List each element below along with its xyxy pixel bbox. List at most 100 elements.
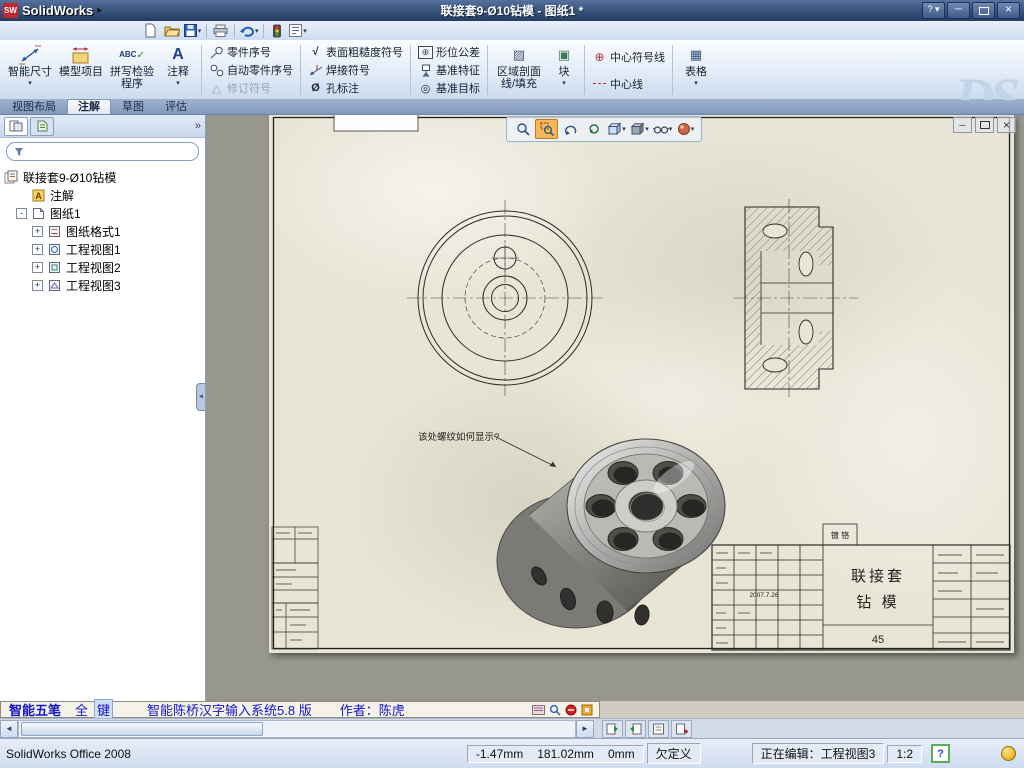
tree-item-sheet1[interactable]: 图纸1 [0, 204, 205, 222]
appearance-button[interactable] [675, 120, 696, 138]
dropdown-icon[interactable] [669, 125, 673, 133]
horizontal-scrollbar[interactable] [18, 719, 576, 738]
first-sheet-button[interactable] [602, 719, 623, 738]
notification-icon[interactable] [1001, 746, 1016, 761]
ime-full-half-toggle[interactable]: 全 [75, 700, 88, 719]
tree-item-view1[interactable]: 工程视图1 [0, 240, 205, 258]
previous-sheet-button[interactable] [625, 719, 646, 738]
save-dropdown-icon[interactable] [198, 27, 202, 35]
datum-feature-button[interactable]: 基准特征 [416, 62, 482, 79]
spell-checker-button[interactable]: ABC 拼写检验程序 [106, 42, 158, 98]
expand-icon[interactable] [32, 243, 43, 255]
balloon-icon [209, 45, 224, 59]
propertymanager-tab[interactable] [30, 116, 54, 136]
tree-item-annotations[interactable]: A 注解 [0, 186, 205, 204]
doc-restore-button[interactable] [975, 117, 994, 133]
weld-symbol-button[interactable]: 焊接符号 [306, 62, 405, 79]
minimize-button[interactable] [947, 2, 970, 19]
options-dropdown-icon[interactable] [303, 27, 307, 35]
graphics-area[interactable]: 该处螺纹如何显示? 镀 铬 联接套 钻 模 45 2007.7.26 ▾ ▾ ▾… [206, 115, 1024, 701]
zoom-fit-button[interactable] [512, 120, 533, 138]
panel-collapse-handle[interactable] [196, 383, 205, 411]
dropdown-icon[interactable] [622, 125, 626, 133]
tab-sketch[interactable]: 草图 [112, 100, 154, 114]
quick-tips-icon[interactable]: ? [931, 744, 950, 763]
front-view[interactable] [407, 200, 603, 396]
block-dropdown-icon[interactable] [562, 78, 566, 90]
tree-filter-box[interactable] [6, 142, 199, 161]
undo-dropdown-icon[interactable] [255, 27, 259, 35]
section-view[interactable] [734, 199, 858, 397]
tab-evaluate[interactable]: 评估 [155, 100, 197, 114]
center-mark-button[interactable]: 中心符号线 [590, 48, 667, 65]
display-style-button[interactable] [629, 120, 650, 138]
view-orientation-button[interactable] [606, 120, 627, 138]
sheet-tab-icon[interactable] [648, 719, 669, 738]
ime-name[interactable]: 智能五笔 [9, 700, 61, 719]
rotate-view-button[interactable] [583, 120, 604, 138]
title-block: 镀 铬 联接套 钻 模 45 2007.7.26 [711, 523, 1011, 651]
scroll-left-button[interactable] [0, 719, 18, 738]
help-button[interactable] [922, 2, 945, 19]
collapse-expander-icon[interactable] [16, 207, 27, 219]
auto-balloon-button[interactable]: 自动零件序号 [207, 62, 295, 79]
ime-search-icon[interactable] [548, 704, 561, 716]
dropdown-icon[interactable] [691, 125, 695, 133]
new-document-button[interactable] [140, 22, 161, 39]
tables-button[interactable]: 表格 [676, 42, 716, 98]
note-dropdown-icon[interactable] [176, 78, 180, 90]
expand-icon[interactable] [32, 225, 43, 237]
open-button[interactable] [161, 22, 182, 39]
doc-close-button[interactable] [997, 117, 1016, 133]
status-bar: SolidWorks Office 2008 -1.47mm 181.02mm … [0, 738, 1024, 768]
expand-icon[interactable] [32, 279, 43, 291]
block-button[interactable]: 块 [547, 42, 581, 98]
hole-callout-button[interactable]: 孔标注 [306, 80, 405, 97]
previous-view-button[interactable] [560, 120, 581, 138]
balloon-button[interactable]: 零件序号 [207, 44, 295, 61]
scroll-right-button[interactable] [576, 719, 594, 738]
ime-keyboard-toggle[interactable]: 键 [94, 699, 114, 720]
geometric-tolerance-button[interactable]: 形位公差 [416, 44, 482, 61]
centerline-button[interactable]: 中心线 [590, 75, 667, 92]
undo-button[interactable] [238, 22, 260, 39]
close-button[interactable] [997, 2, 1020, 19]
surface-finish-button[interactable]: 表面粗糙度符号 [306, 44, 405, 61]
filter-input[interactable] [28, 144, 191, 159]
featuremanager-tree-tab[interactable] [4, 116, 28, 136]
tree-item-view2[interactable]: 工程视图2 [0, 258, 205, 276]
ime-logo-icon[interactable] [564, 704, 577, 716]
tree-item-view3[interactable]: 工程视图3 [0, 276, 205, 294]
datum-target-button[interactable]: 基准目标 [416, 80, 482, 97]
model-items-button[interactable]: 模型项目 [56, 42, 106, 98]
save-button[interactable] [182, 22, 203, 39]
add-sheet-button[interactable] [671, 719, 692, 738]
rebuild-button[interactable] [267, 22, 288, 39]
tables-dropdown-icon[interactable] [694, 78, 698, 90]
print-button[interactable] [210, 22, 231, 39]
doc-minimize-button[interactable] [953, 117, 972, 133]
restore-button[interactable] [972, 2, 995, 19]
ime-keyboard-icon[interactable] [532, 704, 545, 716]
tab-view-layout[interactable]: 视图布局 [2, 100, 66, 114]
scrollbar-thumb[interactable] [21, 721, 263, 736]
tree-root[interactable]: 联接套9-Ø10钻模 [0, 168, 205, 186]
note-button[interactable]: A 注释 [158, 42, 198, 98]
zoom-area-button[interactable] [535, 119, 558, 139]
dropdown-icon[interactable] [645, 125, 649, 133]
tab-annotation[interactable]: 注解 [67, 99, 111, 114]
ime-settings-icon[interactable] [580, 704, 593, 716]
smart-dimension-button[interactable]: 智能尺寸 [4, 42, 56, 98]
expand-icon[interactable] [32, 261, 43, 273]
options-button[interactable] [288, 22, 309, 39]
smart-dimension-dropdown-icon[interactable] [28, 78, 32, 90]
drawing-annotation[interactable]: 该处螺纹如何显示? [418, 431, 557, 468]
hide-show-items-button[interactable] [652, 120, 673, 138]
tree-item-sheet-format1[interactable]: 图纸格式1 [0, 222, 205, 240]
ime-toolbar[interactable]: 智能五笔 全 键 智能陈桥汉字输入系统5.8 版 作者：陈虎 [0, 699, 600, 720]
menu-expand-arrow-icon[interactable] [97, 5, 102, 16]
panel-chevrons-icon[interactable] [195, 120, 201, 132]
revision-symbol-button[interactable]: 修订符号 [207, 80, 295, 97]
area-hatch-button[interactable]: 区域剖面线/填充 [491, 42, 547, 98]
iso-view[interactable] [496, 438, 726, 629]
